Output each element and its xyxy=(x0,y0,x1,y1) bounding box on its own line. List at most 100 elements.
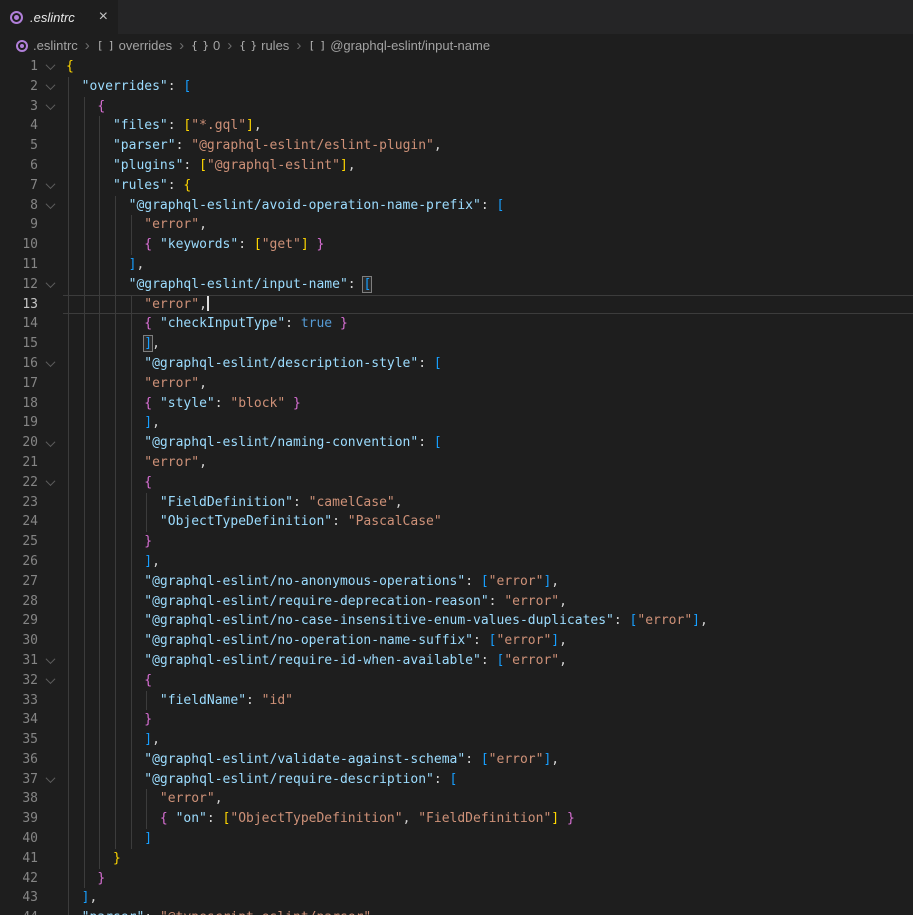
code-content[interactable]: "@graphql-eslint/no-anonymous-operations… xyxy=(63,572,913,592)
code-content[interactable]: ], xyxy=(63,552,913,572)
code-line[interactable]: 7 "rules": { xyxy=(0,176,913,196)
code-content[interactable]: "@graphql-eslint/avoid-operation-name-pr… xyxy=(63,196,913,216)
code-content[interactable]: "@graphql-eslint/naming-convention": [ xyxy=(63,433,913,453)
fold-chevron-down-icon[interactable] xyxy=(38,651,63,671)
code-line[interactable]: 35 ], xyxy=(0,730,913,750)
fold-chevron-down-icon[interactable] xyxy=(38,473,63,493)
fold-chevron-down-icon[interactable] xyxy=(38,770,63,790)
code-content[interactable]: "@graphql-eslint/no-operation-name-suffi… xyxy=(63,631,913,651)
code-line[interactable]: 37 "@graphql-eslint/require-description"… xyxy=(0,770,913,790)
code-content[interactable]: { xyxy=(63,671,913,691)
code-content[interactable]: "error", xyxy=(63,453,913,473)
code-line[interactable]: 23 "FieldDefinition": "camelCase", xyxy=(0,493,913,513)
code-content[interactable]: { "keywords": ["get"] } xyxy=(63,235,913,255)
code-line[interactable]: 19 ], xyxy=(0,413,913,433)
code-content[interactable]: "error", xyxy=(63,374,913,394)
code-content[interactable]: "parser": "@typescript-eslint/parser" xyxy=(63,908,913,915)
code-line[interactable]: 8 "@graphql-eslint/avoid-operation-name-… xyxy=(0,196,913,216)
fold-chevron-down-icon[interactable] xyxy=(38,275,63,295)
code-line[interactable]: 12 "@graphql-eslint/input-name": [ xyxy=(0,275,913,295)
code-content[interactable]: } xyxy=(63,710,913,730)
code-line[interactable]: 41 } xyxy=(0,849,913,869)
code-line[interactable]: 1{ xyxy=(0,57,913,77)
breadcrumb-item[interactable]: [ ]overrides xyxy=(97,38,172,53)
code-line[interactable]: 28 "@graphql-eslint/require-deprecation-… xyxy=(0,592,913,612)
code-content[interactable]: ] xyxy=(63,829,913,849)
tab-eslintrc[interactable]: .eslintrc × xyxy=(0,0,118,34)
code-line[interactable]: 34 } xyxy=(0,710,913,730)
breadcrumb-item[interactable]: { }0 xyxy=(191,38,220,53)
code-line[interactable]: 15 ], xyxy=(0,334,913,354)
code-line[interactable]: 29 "@graphql-eslint/no-case-insensitive-… xyxy=(0,611,913,631)
code-content[interactable]: "overrides": [ xyxy=(63,77,913,97)
code-content[interactable]: { xyxy=(63,97,913,117)
fold-chevron-down-icon[interactable] xyxy=(38,671,63,691)
code-line[interactable]: 36 "@graphql-eslint/validate-against-sch… xyxy=(0,750,913,770)
code-content[interactable]: { xyxy=(63,473,913,493)
code-line[interactable]: 22 { xyxy=(0,473,913,493)
code-line[interactable]: 2 "overrides": [ xyxy=(0,77,913,97)
code-line[interactable]: 18 { "style": "block" } xyxy=(0,394,913,414)
code-content[interactable]: { "on": ["ObjectTypeDefinition", "FieldD… xyxy=(63,809,913,829)
code-content[interactable]: } xyxy=(63,869,913,889)
code-content[interactable]: } xyxy=(63,532,913,552)
fold-chevron-down-icon[interactable] xyxy=(38,57,63,77)
code-line[interactable]: 26 ], xyxy=(0,552,913,572)
code-line[interactable]: 30 "@graphql-eslint/no-operation-name-su… xyxy=(0,631,913,651)
fold-chevron-down-icon[interactable] xyxy=(38,97,63,117)
code-content[interactable]: ], xyxy=(63,413,913,433)
code-content[interactable]: "error", xyxy=(63,789,913,809)
code-line[interactable]: 21 "error", xyxy=(0,453,913,473)
code-line[interactable]: 27 "@graphql-eslint/no-anonymous-operati… xyxy=(0,572,913,592)
code-content[interactable]: "rules": { xyxy=(63,176,913,196)
code-line[interactable]: 13 "error", xyxy=(0,295,913,315)
code-content[interactable]: "FieldDefinition": "camelCase", xyxy=(63,493,913,513)
fold-chevron-down-icon[interactable] xyxy=(38,196,63,216)
code-content[interactable]: { "checkInputType": true } xyxy=(63,314,913,334)
code-line[interactable]: 39 { "on": ["ObjectTypeDefinition", "Fie… xyxy=(0,809,913,829)
code-content[interactable]: ], xyxy=(63,730,913,750)
code-content[interactable]: "plugins": ["@graphql-eslint"], xyxy=(63,156,913,176)
code-content[interactable]: "@graphql-eslint/validate-against-schema… xyxy=(63,750,913,770)
code-content[interactable]: "@graphql-eslint/require-id-when-availab… xyxy=(63,651,913,671)
code-content[interactable]: ], xyxy=(63,888,913,908)
code-line[interactable]: 31 "@graphql-eslint/require-id-when-avai… xyxy=(0,651,913,671)
code-line[interactable]: 42 } xyxy=(0,869,913,889)
code-line[interactable]: 38 "error", xyxy=(0,789,913,809)
code-line[interactable]: 6 "plugins": ["@graphql-eslint"], xyxy=(0,156,913,176)
fold-chevron-down-icon[interactable] xyxy=(38,176,63,196)
code-line[interactable]: 4 "files": ["*.gql"], xyxy=(0,116,913,136)
code-content[interactable]: "fieldName": "id" xyxy=(63,691,913,711)
breadcrumb-item[interactable]: [ ]@graphql-eslint/input-name xyxy=(308,38,490,53)
code-content[interactable]: { "style": "block" } xyxy=(63,394,913,414)
code-content[interactable]: "@graphql-eslint/no-case-insensitive-enu… xyxy=(63,611,913,631)
breadcrumb-item[interactable]: { }rules xyxy=(239,38,289,53)
code-content[interactable]: "@graphql-eslint/require-description": [ xyxy=(63,770,913,790)
code-line[interactable]: 11 ], xyxy=(0,255,913,275)
code-line[interactable]: 16 "@graphql-eslint/description-style": … xyxy=(0,354,913,374)
code-line[interactable]: 43 ], xyxy=(0,888,913,908)
code-content[interactable]: ], xyxy=(63,334,913,354)
code-line[interactable]: 25 } xyxy=(0,532,913,552)
code-content[interactable]: "error", xyxy=(63,295,913,315)
code-content[interactable]: "@graphql-eslint/input-name": [ xyxy=(63,275,913,295)
code-line[interactable]: 40 ] xyxy=(0,829,913,849)
code-content[interactable]: "error", xyxy=(63,215,913,235)
code-line[interactable]: 10 { "keywords": ["get"] } xyxy=(0,235,913,255)
code-line[interactable]: 14 { "checkInputType": true } xyxy=(0,314,913,334)
code-content[interactable]: } xyxy=(63,849,913,869)
code-content[interactable]: "@graphql-eslint/require-deprecation-rea… xyxy=(63,592,913,612)
code-line[interactable]: 9 "error", xyxy=(0,215,913,235)
code-content[interactable]: { xyxy=(63,57,913,77)
fold-chevron-down-icon[interactable] xyxy=(38,354,63,374)
code-line[interactable]: 17 "error", xyxy=(0,374,913,394)
code-line[interactable]: 32 { xyxy=(0,671,913,691)
code-content[interactable]: "ObjectTypeDefinition": "PascalCase" xyxy=(63,512,913,532)
breadcrumb-item-file[interactable]: .eslintrc xyxy=(16,38,78,53)
code-content[interactable]: "files": ["*.gql"], xyxy=(63,116,913,136)
code-content[interactable]: "@graphql-eslint/description-style": [ xyxy=(63,354,913,374)
fold-chevron-down-icon[interactable] xyxy=(38,77,63,97)
code-line[interactable]: 33 "fieldName": "id" xyxy=(0,691,913,711)
close-icon[interactable]: × xyxy=(99,9,108,25)
code-content[interactable]: ], xyxy=(63,255,913,275)
